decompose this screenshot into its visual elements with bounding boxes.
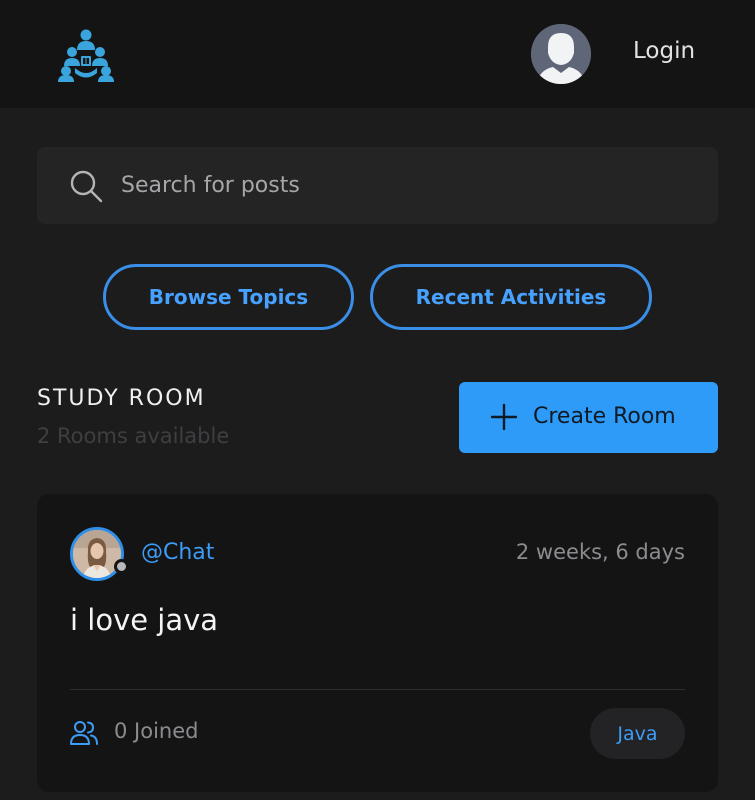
room-title[interactable]: i love java bbox=[70, 603, 218, 637]
page-title: STUDY ROOM bbox=[37, 386, 206, 411]
top-navbar: Login bbox=[0, 0, 755, 108]
search-input[interactable] bbox=[119, 147, 699, 224]
room-card: @Chat 2 weeks, 6 days i love java 0 Join… bbox=[37, 494, 718, 792]
status-indicator bbox=[114, 559, 129, 574]
joined-count: 0 Joined bbox=[114, 719, 199, 743]
study-group-logo-icon[interactable] bbox=[56, 28, 116, 82]
host-avatar[interactable] bbox=[70, 527, 124, 581]
card-divider bbox=[70, 689, 685, 690]
browse-topics-button[interactable]: Browse Topics bbox=[103, 264, 354, 330]
create-room-label: Create Room bbox=[533, 404, 676, 429]
create-room-button[interactable]: Create Room bbox=[459, 382, 718, 453]
host-username[interactable]: @Chat bbox=[141, 540, 214, 565]
user-avatar-icon[interactable] bbox=[531, 24, 591, 84]
search-bar bbox=[37, 147, 718, 224]
search-icon bbox=[69, 169, 103, 203]
topic-tag[interactable]: Java bbox=[590, 708, 685, 759]
room-timestamp: 2 weeks, 6 days bbox=[515, 540, 685, 564]
plus-icon bbox=[490, 403, 518, 431]
recent-activities-button[interactable]: Recent Activities bbox=[370, 264, 652, 330]
rooms-count-text: 2 Rooms available bbox=[37, 424, 230, 448]
login-link[interactable]: Login bbox=[633, 38, 695, 64]
people-icon bbox=[70, 720, 98, 746]
